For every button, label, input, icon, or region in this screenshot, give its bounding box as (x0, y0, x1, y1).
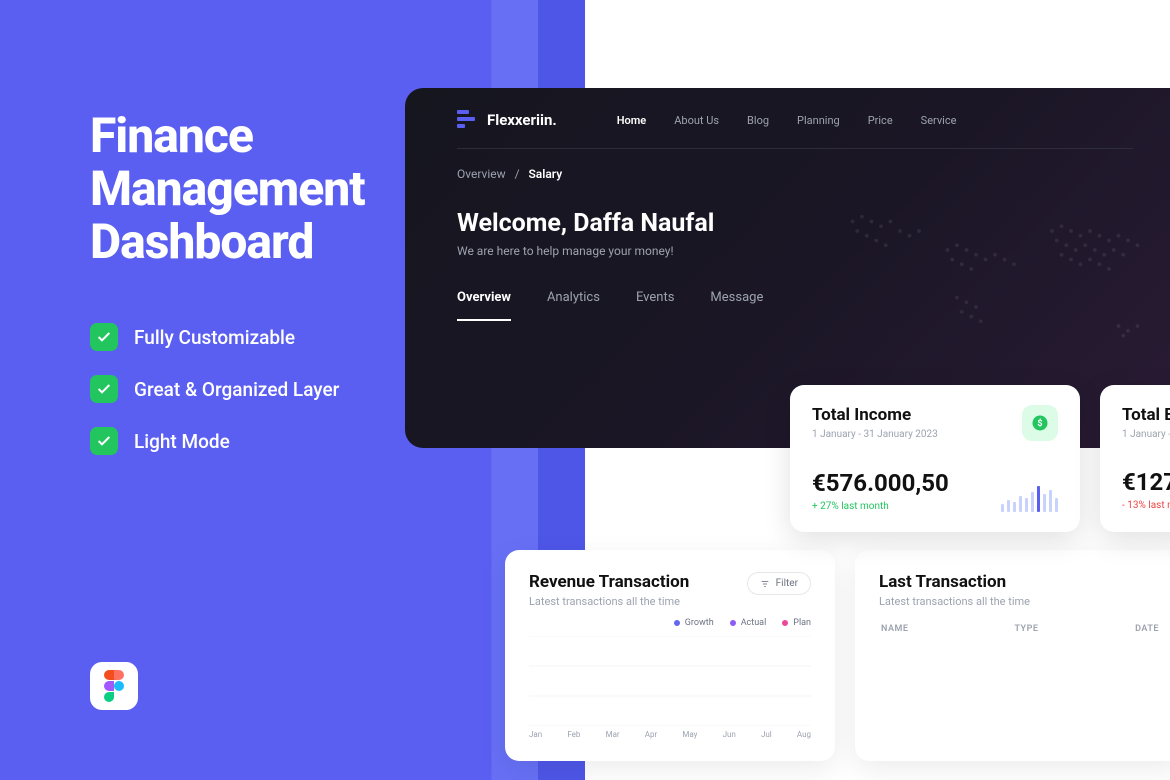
svg-text:$: $ (1037, 418, 1042, 429)
check-icon (90, 375, 118, 403)
figma-icon (90, 662, 138, 710)
revenue-chart (529, 636, 811, 726)
filter-button[interactable]: Filter (747, 572, 811, 595)
check-icon (90, 427, 118, 455)
feature-list: Fully Customizable Great & Organized Lay… (90, 323, 410, 455)
total-expense-card[interactable]: Total Ex 1 January - 31 €127.0 - 13% las… (1100, 385, 1170, 532)
nav-service[interactable]: Service (921, 114, 957, 127)
logo[interactable]: Flexxeriin. (457, 110, 557, 130)
logo-text: Flexxeriin. (487, 111, 557, 129)
panel-sub: Latest transactions all the time (879, 595, 1161, 608)
filter-icon (760, 579, 770, 589)
breadcrumb-root[interactable]: Overview (457, 167, 506, 181)
top-nav: Home About Us Blog Planning Price Servic… (617, 114, 957, 127)
panel-title: Last Transaction (879, 572, 1161, 592)
nav-planning[interactable]: Planning (797, 114, 840, 127)
nav-home[interactable]: Home (617, 114, 647, 127)
promo-title: Finance Management Dashboard (90, 110, 410, 268)
chart-legend: Growth Actual Plan (529, 618, 811, 628)
nav-price[interactable]: Price (868, 114, 893, 127)
card-value: €127.0 (1122, 468, 1170, 496)
nav-about[interactable]: About Us (674, 114, 719, 127)
logo-mark-icon (457, 110, 477, 130)
last-transaction-panel: Last Transaction Latest transactions all… (855, 550, 1170, 761)
check-icon (90, 323, 118, 351)
feature-item: Light Mode (90, 427, 410, 455)
feature-item: Fully Customizable (90, 323, 410, 351)
card-dates: 1 January - 31 January 2023 (812, 429, 938, 440)
panel-title: Revenue Transaction (529, 572, 689, 592)
total-income-card[interactable]: Total Income 1 January - 31 January 2023… (790, 385, 1080, 532)
tab-analytics[interactable]: Analytics (547, 290, 600, 321)
breadcrumb-current: Salary (528, 167, 562, 181)
nav-blog[interactable]: Blog (747, 114, 769, 127)
tab-overview[interactable]: Overview (457, 290, 511, 321)
card-dates: 1 January - 31 (1122, 429, 1170, 440)
card-title: Total Income (812, 405, 938, 425)
sparkline-icon (1001, 482, 1058, 512)
card-delta: + 27% last month (812, 501, 949, 512)
panel-sub: Latest transactions all the time (529, 595, 689, 608)
world-map-decor (805, 158, 1170, 418)
card-delta: - 13% last m (1122, 500, 1170, 511)
card-value: €576.000,50 (812, 469, 949, 497)
tx-table-head: NAME TYPE DATE (879, 624, 1161, 634)
dollar-icon: $ (1022, 405, 1058, 441)
promo-column: Finance Management Dashboard Fully Custo… (90, 110, 410, 479)
feature-item: Great & Organized Layer (90, 375, 410, 403)
tab-message[interactable]: Message (710, 290, 763, 321)
chart-xaxis: JanFebMarAprMayJunJulAug (529, 730, 811, 739)
revenue-panel: Revenue Transaction Latest transactions … (505, 550, 835, 761)
tab-events[interactable]: Events (636, 290, 674, 321)
card-title: Total Ex (1122, 405, 1170, 425)
